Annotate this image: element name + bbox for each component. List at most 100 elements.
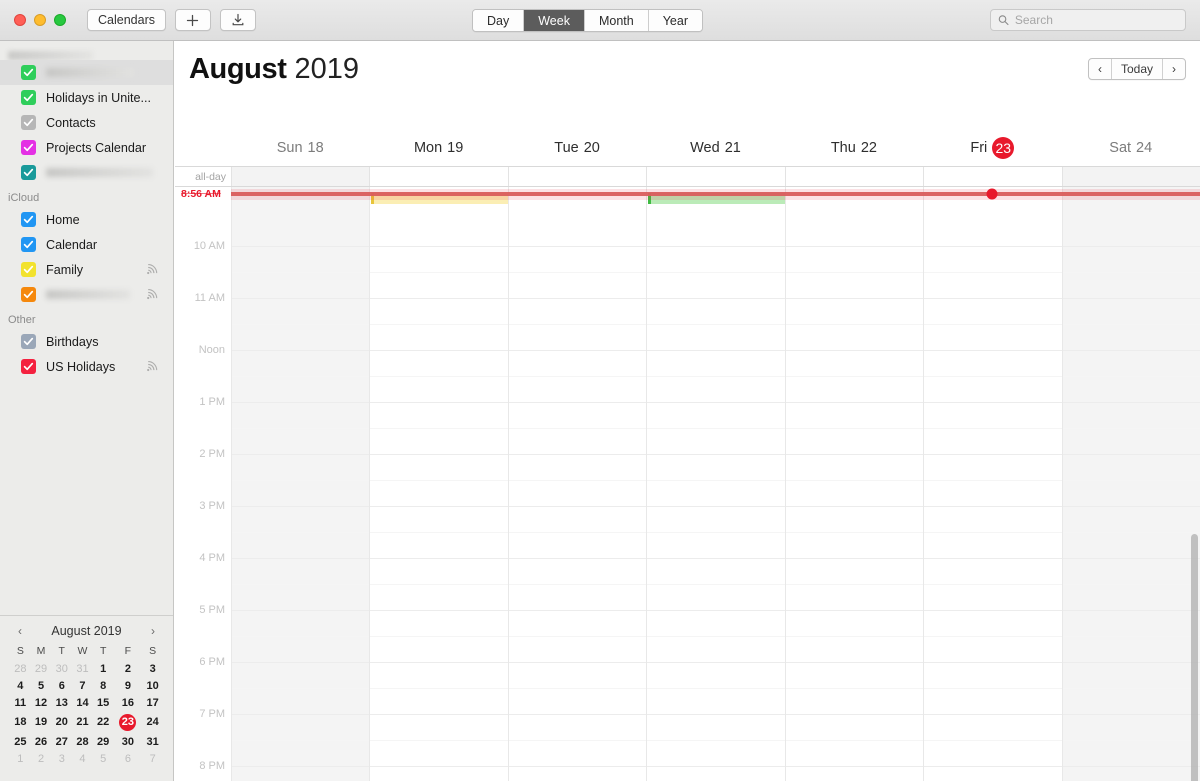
- search-input[interactable]: [1014, 13, 1178, 27]
- view-tab-week[interactable]: Week: [524, 10, 585, 31]
- day-column-sat[interactable]: [1061, 187, 1200, 781]
- all-day-cell-wed[interactable]: [646, 167, 785, 186]
- calendar-checkbox[interactable]: [21, 115, 36, 130]
- mini-calendar-day[interactable]: 6: [51, 677, 72, 694]
- mini-calendar-day[interactable]: 30: [114, 733, 143, 750]
- all-day-cell-mon[interactable]: [369, 167, 508, 186]
- vertical-scrollbar[interactable]: [1191, 534, 1198, 781]
- sidebar-calendar-us-holidays[interactable]: US Holidays: [0, 354, 173, 379]
- mini-calendar-day[interactable]: 7: [142, 750, 163, 767]
- all-day-cell-thu[interactable]: [784, 167, 924, 186]
- mini-calendar-day[interactable]: 1: [93, 660, 114, 677]
- sidebar-calendar-redacted[interactable]: [0, 282, 173, 307]
- search-box[interactable]: [990, 9, 1186, 31]
- mini-calendar-day[interactable]: 18: [10, 711, 31, 733]
- mini-calendar-day[interactable]: 24: [142, 711, 163, 733]
- mini-calendar-day[interactable]: 31: [72, 660, 93, 677]
- day-header-thu[interactable]: Thu 22: [785, 129, 923, 166]
- previous-week-button[interactable]: ‹: [1089, 59, 1112, 79]
- all-day-cell-sun[interactable]: [231, 167, 370, 186]
- next-week-button[interactable]: ›: [1163, 59, 1185, 79]
- day-header-sun[interactable]: Sun 18: [231, 129, 369, 166]
- mini-calendar-day[interactable]: 26: [31, 733, 52, 750]
- mini-calendar-prev-button[interactable]: ‹: [15, 624, 25, 638]
- mini-calendar-day[interactable]: 1: [10, 750, 31, 767]
- mini-calendar-day[interactable]: 15: [93, 694, 114, 711]
- sidebar-calendar-birthdays[interactable]: Birthdays: [0, 329, 173, 354]
- day-column-mon[interactable]: [369, 187, 508, 781]
- day-column-fri[interactable]: [923, 187, 1062, 781]
- day-column-wed[interactable]: [646, 187, 785, 781]
- mini-calendar-day[interactable]: 6: [114, 750, 143, 767]
- sidebar-calendar-contacts[interactable]: Contacts: [0, 110, 173, 135]
- calendar-checkbox[interactable]: [21, 262, 36, 277]
- view-tab-day[interactable]: Day: [473, 10, 525, 31]
- day-header-sat[interactable]: Sat 24: [1062, 129, 1200, 166]
- sidebar-calendar-redacted[interactable]: [0, 160, 173, 185]
- calendar-checkbox[interactable]: [21, 90, 36, 105]
- time-grid-scroll-area[interactable]: 10 AM 11 AM Noon 1 PM 2 PM 3 PM 4 PM 5 PM 6 PM 7 …: [175, 187, 1200, 781]
- day-header-fri[interactable]: Fri 23: [923, 129, 1061, 166]
- calendar-checkbox[interactable]: [21, 65, 36, 80]
- mini-calendar-day[interactable]: 2: [31, 750, 52, 767]
- view-mode-segmented-control[interactable]: Day Week Month Year: [472, 9, 703, 32]
- calendars-button[interactable]: Calendars: [87, 9, 166, 31]
- mini-calendar-day[interactable]: 3: [51, 750, 72, 767]
- mini-calendar-day[interactable]: 5: [31, 677, 52, 694]
- day-header-tue[interactable]: Tue 20: [508, 129, 646, 166]
- day-header-wed[interactable]: Wed 21: [646, 129, 784, 166]
- sidebar-calendar-home[interactable]: Home: [0, 207, 173, 232]
- mini-calendar-day[interactable]: 28: [10, 660, 31, 677]
- calendar-checkbox[interactable]: [21, 212, 36, 227]
- day-column-sun[interactable]: [231, 187, 370, 781]
- mini-calendar-day[interactable]: 29: [93, 733, 114, 750]
- day-column-tue[interactable]: [507, 187, 647, 781]
- sidebar-calendar-holidays-in-unite[interactable]: Holidays in Unite...: [0, 85, 173, 110]
- mini-calendar-day[interactable]: 17: [142, 694, 163, 711]
- calendar-checkbox[interactable]: [21, 237, 36, 252]
- day-header-mon[interactable]: Mon 19: [369, 129, 507, 166]
- mini-calendar-day[interactable]: 4: [10, 677, 31, 694]
- mini-calendar-day[interactable]: 22: [93, 711, 114, 733]
- mini-calendar-day[interactable]: 29: [31, 660, 52, 677]
- all-day-cell-fri[interactable]: [923, 167, 1062, 186]
- mini-calendar-day[interactable]: 8: [93, 677, 114, 694]
- calendar-checkbox[interactable]: [21, 287, 36, 302]
- mini-calendar-day[interactable]: 7: [72, 677, 93, 694]
- mini-calendar-today[interactable]: 23: [114, 711, 143, 733]
- mini-calendar-day[interactable]: 11: [10, 694, 31, 711]
- all-day-cell-tue[interactable]: [507, 167, 647, 186]
- mini-calendar-day[interactable]: 27: [51, 733, 72, 750]
- mini-calendar-next-button[interactable]: ›: [148, 624, 158, 638]
- mini-calendar-day[interactable]: 19: [31, 711, 52, 733]
- date-navigation[interactable]: ‹ Today ›: [1087, 58, 1186, 80]
- mini-calendar-day[interactable]: 13: [51, 694, 72, 711]
- mini-calendar-day[interactable]: 5: [93, 750, 114, 767]
- sidebar-calendar-redacted[interactable]: [0, 60, 173, 85]
- day-column-thu[interactable]: [784, 187, 924, 781]
- zoom-window-button[interactable]: [54, 14, 66, 26]
- calendar-checkbox[interactable]: [21, 334, 36, 349]
- mini-calendar-day[interactable]: 2: [114, 660, 143, 677]
- minimize-window-button[interactable]: [34, 14, 46, 26]
- sidebar-calendar-family[interactable]: Family: [0, 257, 173, 282]
- mini-calendar-day[interactable]: 4: [72, 750, 93, 767]
- mini-calendar-day[interactable]: 25: [10, 733, 31, 750]
- calendar-checkbox[interactable]: [21, 359, 36, 374]
- today-button[interactable]: Today: [1112, 59, 1163, 79]
- mini-calendar-day[interactable]: 10: [142, 677, 163, 694]
- mini-calendar-day[interactable]: 20: [51, 711, 72, 733]
- mini-calendar-day[interactable]: 30: [51, 660, 72, 677]
- close-window-button[interactable]: [14, 14, 26, 26]
- mini-calendar-day[interactable]: 12: [31, 694, 52, 711]
- view-tab-month[interactable]: Month: [584, 10, 649, 31]
- view-tab-year[interactable]: Year: [648, 10, 702, 31]
- calendar-checkbox[interactable]: [21, 165, 36, 180]
- share-button[interactable]: [219, 9, 256, 31]
- mini-calendar-day[interactable]: 9: [114, 677, 143, 694]
- mini-calendar-day[interactable]: 21: [72, 711, 93, 733]
- mini-calendar-day[interactable]: 14: [72, 694, 93, 711]
- mini-calendar-day[interactable]: 3: [142, 660, 163, 677]
- mini-calendar-day[interactable]: 28: [72, 733, 93, 750]
- sidebar-calendar-calendar[interactable]: Calendar: [0, 232, 173, 257]
